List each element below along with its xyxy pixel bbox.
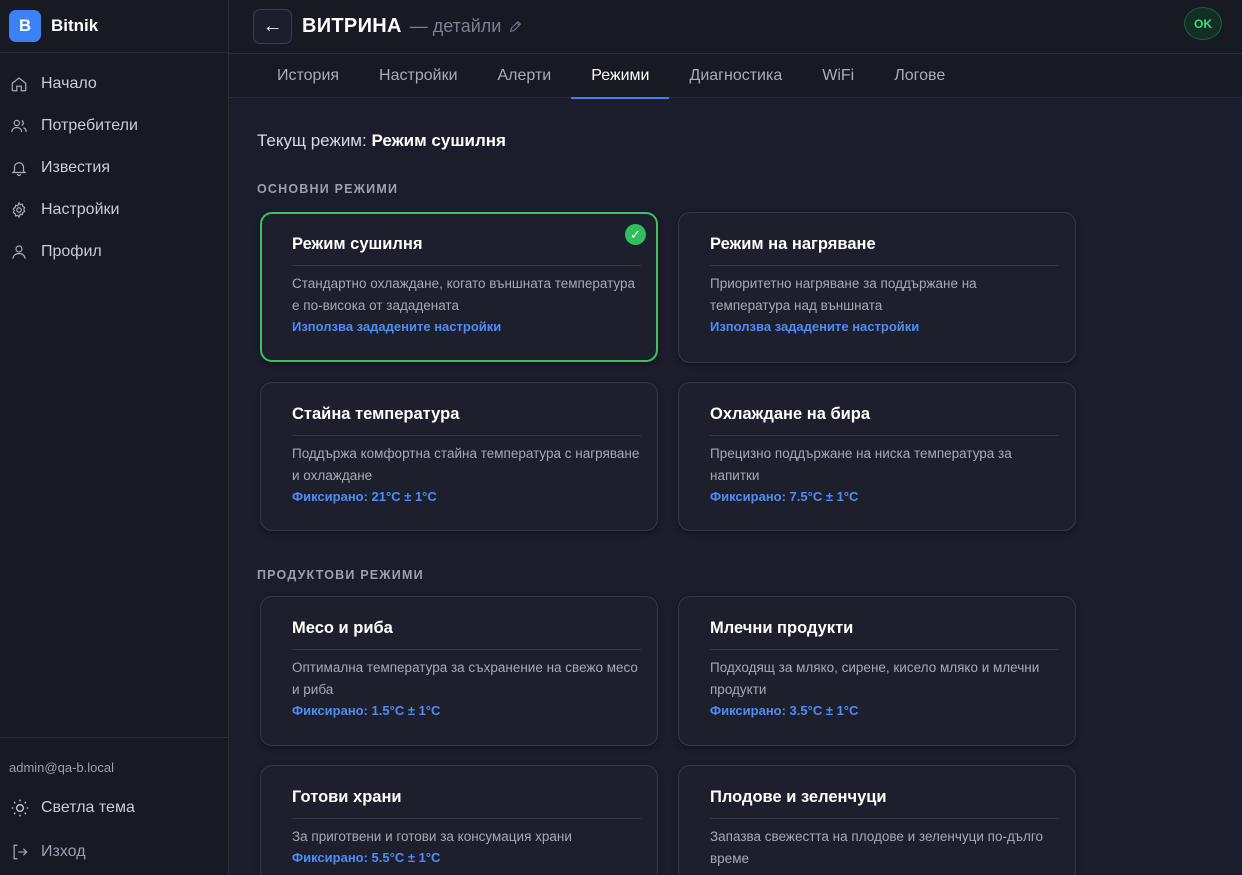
tab-wifi[interactable]: WiFi <box>802 54 874 98</box>
logout-icon <box>13 844 28 860</box>
logout-label: Изход <box>41 843 86 860</box>
brand-name: Bitnik <box>51 16 99 35</box>
edit-icon[interactable] <box>509 20 522 33</box>
back-button[interactable]: ← <box>253 9 292 44</box>
page-title: ВИТРИНА <box>302 15 402 37</box>
sidebar-footer: admin@qa-b.local Светла тема Изход <box>0 737 228 875</box>
sidebar-item-label: Начало <box>41 75 97 92</box>
mode-card-setting: Фиксирано: 21°C ± 1°C <box>292 489 437 504</box>
sidebar: B Bitnik Начало Потребители Известия Нас… <box>0 0 229 875</box>
gear-icon <box>12 201 26 219</box>
mode-card-description: Запазва свежестта на плодове и зеленчуци… <box>710 829 1043 866</box>
mode-card-description: Приоритетно нагряване за поддържане на т… <box>710 276 977 313</box>
theme-toggle-label: Светла тема <box>41 799 135 816</box>
mode-card-setting: Използва зададените настройки <box>710 319 920 334</box>
mode-card-setting: Фиксирано: 5.5°C ± 1°C <box>292 850 441 865</box>
mode-card-dryer[interactable]: ✓ Режим сушилня Стандартно охлаждане, ко… <box>260 212 658 362</box>
status-badge: OK <box>1184 7 1222 40</box>
theme-toggle-button[interactable]: Светла тема <box>0 786 228 830</box>
mode-card-title: Месо и риба <box>292 619 641 650</box>
user-icon <box>12 245 26 259</box>
mode-card-title: Стайна температура <box>292 405 641 436</box>
page-header: ← ВИТРИНА — детайли OK <box>229 0 1242 54</box>
current-mode-value: Режим сушилня <box>371 131 506 150</box>
home-icon <box>11 77 27 92</box>
sidebar-item-settings[interactable]: Настройки <box>0 189 228 231</box>
current-mode-label: Текущ режим: <box>257 131 367 150</box>
tab-settings[interactable]: Настройки <box>359 54 477 98</box>
mode-card-ready-meals[interactable]: Готови храни За приготвени и готови за к… <box>260 765 658 875</box>
page-subtitle: — детайли <box>409 16 502 36</box>
tab-modes[interactable]: Режими <box>571 54 670 99</box>
brand[interactable]: B Bitnik <box>0 0 228 53</box>
tab-history[interactable]: История <box>258 54 359 98</box>
checkmark-icon: ✓ <box>625 224 646 245</box>
main-content: Текущ режим: Режим сушилня ОСНОВНИ РЕЖИМ… <box>229 99 1242 875</box>
mode-card-description: Стандартно охлаждане, когато външната те… <box>292 276 636 313</box>
brand-logo: B <box>9 10 41 42</box>
mode-card-setting: Фиксирано: 3.5°C ± 1°C <box>710 703 859 718</box>
mode-card-fruits-vegetables[interactable]: Плодове и зеленчуци Запазва свежестта на… <box>678 765 1076 875</box>
mode-card-title: Готови храни <box>292 788 641 819</box>
sidebar-item-label: Известия <box>41 159 110 176</box>
mode-card-meat-fish[interactable]: Месо и риба Оптимална температура за съх… <box>260 596 658 746</box>
sidebar-item-users[interactable]: Потребители <box>0 105 228 147</box>
tab-diagnostics[interactable]: Диагностика <box>669 54 802 98</box>
sidebar-item-home[interactable]: Начало <box>0 63 228 105</box>
mode-card-description: Прецизно поддържане на ниска температура… <box>710 446 1012 483</box>
product-modes-heading: ПРОДУКТОВИ РЕЖИМИ <box>257 568 424 582</box>
sidebar-item-profile[interactable]: Профил <box>0 231 228 273</box>
sidebar-item-label: Потребители <box>41 117 138 134</box>
current-mode: Текущ режим: Режим сушилня <box>257 131 506 151</box>
mode-card-description: Поддържа комфортна стайна температура с … <box>292 446 640 483</box>
mode-card-title: Режим на нагряване <box>710 235 1059 266</box>
mode-card-description: Подходящ за мляко, сирене, кисело мляко … <box>710 660 1040 697</box>
bell-icon <box>11 162 27 177</box>
mode-card-description: За приготвени и готови за консумация хра… <box>292 829 572 844</box>
mode-card-title: Плодове и зеленчуци <box>710 788 1059 819</box>
mode-card-description: Оптимална температура за съхранение на с… <box>292 660 638 697</box>
mode-card-setting: Фиксирано: 1.5°C ± 1°C <box>292 703 441 718</box>
user-email: admin@qa-b.local <box>9 760 114 775</box>
sidebar-item-label: Настройки <box>41 201 120 218</box>
mode-card-dairy[interactable]: Млечни продукти Подходящ за мляко, сирен… <box>678 596 1076 746</box>
mode-card-room-temp[interactable]: Стайна температура Поддържа комфортна ст… <box>260 382 658 531</box>
sidebar-item-label: Профил <box>41 243 102 260</box>
mode-card-setting: Използва зададените настройки <box>292 319 502 334</box>
tab-bar: История Настройки Алерти Режими Диагност… <box>229 54 1242 99</box>
mode-card-title: Охлаждане на бира <box>710 405 1059 436</box>
sidebar-item-notifications[interactable]: Известия <box>0 147 228 189</box>
sidebar-nav: Начало Потребители Известия Настройки Пр… <box>0 63 228 273</box>
mode-card-title: Режим сушилня <box>292 235 641 266</box>
sun-icon <box>11 799 29 817</box>
mode-card-title: Млечни продукти <box>710 619 1059 650</box>
users-icon <box>11 119 27 133</box>
tab-alerts[interactable]: Алерти <box>478 54 572 98</box>
mode-card-setting: Фиксирано: 7.5°C ± 1°C <box>710 489 859 504</box>
tab-logs[interactable]: Логове <box>874 54 965 98</box>
logout-button[interactable]: Изход <box>0 830 228 874</box>
basic-modes-heading: ОСНОВНИ РЕЖИМИ <box>257 182 399 196</box>
mode-card-beer-cooling[interactable]: Охлаждане на бира Прецизно поддържане на… <box>678 382 1076 531</box>
mode-card-heating[interactable]: Режим на нагряване Приоритетно нагряване… <box>678 212 1076 363</box>
